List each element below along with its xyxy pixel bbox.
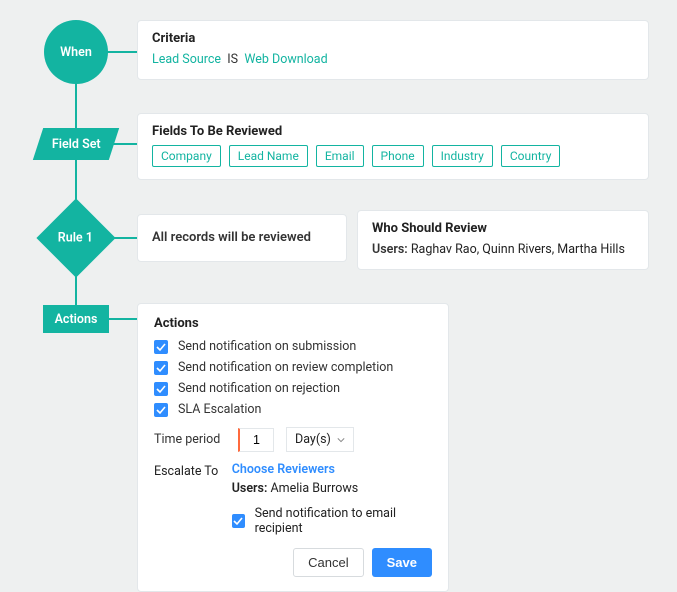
criteria-title: Criteria (152, 31, 634, 46)
field-chip[interactable]: Industry (432, 145, 493, 167)
option-label: Send notification on submission (178, 339, 356, 354)
action-buttons: Cancel Save (154, 548, 432, 577)
fields-card: Fields To Be Reviewed Company Lead Name … (137, 113, 649, 180)
checkbox-icon[interactable] (154, 382, 168, 396)
criteria-value[interactable]: Web Download (244, 52, 327, 67)
rule-node: Rule 1 (36, 198, 115, 277)
users-label: Users: (372, 242, 408, 257)
escalate-users-label: Users: (232, 481, 268, 496)
users-list: Raghav Rao, Quinn Rivers, Martha Hills (411, 242, 625, 257)
when-node-label: When (60, 45, 92, 60)
actions-title: Actions (154, 316, 432, 331)
criteria-operator: IS (224, 52, 241, 67)
fieldset-node-label: Field Set (52, 137, 101, 152)
field-chip[interactable]: Country (501, 145, 561, 167)
time-unit-label: Day(s) (295, 432, 331, 447)
option-label: Send notification on review completion (178, 360, 393, 375)
option-row: Send notification on submission (154, 339, 432, 354)
fieldset-node: Field Set (33, 128, 119, 160)
escalate-users: Users: Amelia Burrows (232, 481, 432, 496)
rule-scope-text: All records will be reviewed (152, 230, 311, 245)
option-label: Send notification on rejection (178, 381, 340, 396)
criteria-card: Criteria Lead Source IS Web Download (137, 20, 649, 80)
field-chip[interactable]: Lead Name (229, 145, 308, 167)
notif-recipient-label: Send notification to email recipient (255, 506, 432, 536)
rule-node-label: Rule 1 (58, 230, 93, 245)
escalate-users-list: Amelia Burrows (271, 481, 359, 496)
rule-scope-card: All records will be reviewed (137, 214, 347, 262)
criteria-expression: Lead Source IS Web Download (152, 52, 634, 67)
who-review-users: Users: Raghav Rao, Quinn Rivers, Martha … (372, 242, 634, 257)
chevron-down-icon (337, 436, 345, 444)
field-chip[interactable]: Email (316, 145, 364, 167)
option-label: SLA Escalation (178, 402, 261, 417)
notif-recipient-row: Send notification to email recipient (232, 506, 432, 536)
flow-connector (107, 318, 139, 320)
field-chips: Company Lead Name Email Phone Industry C… (152, 145, 634, 167)
criteria-field[interactable]: Lead Source (152, 52, 221, 67)
save-button[interactable]: Save (372, 548, 432, 577)
who-review-card: Who Should Review Users: Raghav Rao, Qui… (357, 210, 649, 270)
cancel-button[interactable]: Cancel (293, 548, 363, 577)
checkbox-icon[interactable] (154, 403, 168, 417)
time-unit-select[interactable]: Day(s) (286, 427, 354, 452)
actions-node: Actions (43, 305, 109, 333)
checkbox-icon[interactable] (232, 514, 245, 528)
choose-reviewers-link[interactable]: Choose Reviewers (232, 462, 432, 477)
checkbox-icon[interactable] (154, 340, 168, 354)
field-chip[interactable]: Company (152, 145, 221, 167)
option-row: Send notification on review completion (154, 360, 432, 375)
field-chip[interactable]: Phone (372, 145, 424, 167)
flow-connector-vertical (75, 60, 77, 328)
time-period-input[interactable] (238, 428, 274, 452)
who-review-title: Who Should Review (372, 221, 634, 236)
option-row: SLA Escalation (154, 402, 432, 417)
time-period-row: Time period Day(s) (154, 427, 432, 452)
checkbox-icon[interactable] (154, 361, 168, 375)
option-row: Send notification on rejection (154, 381, 432, 396)
actions-card: Actions Send notification on submission … (137, 303, 449, 592)
time-period-label: Time period (154, 432, 226, 447)
escalate-row: Escalate To Choose Reviewers Users: Amel… (154, 462, 432, 536)
actions-node-label: Actions (55, 312, 98, 327)
fields-title: Fields To Be Reviewed (152, 124, 634, 139)
escalate-label: Escalate To (154, 462, 232, 536)
when-node: When (44, 20, 108, 84)
